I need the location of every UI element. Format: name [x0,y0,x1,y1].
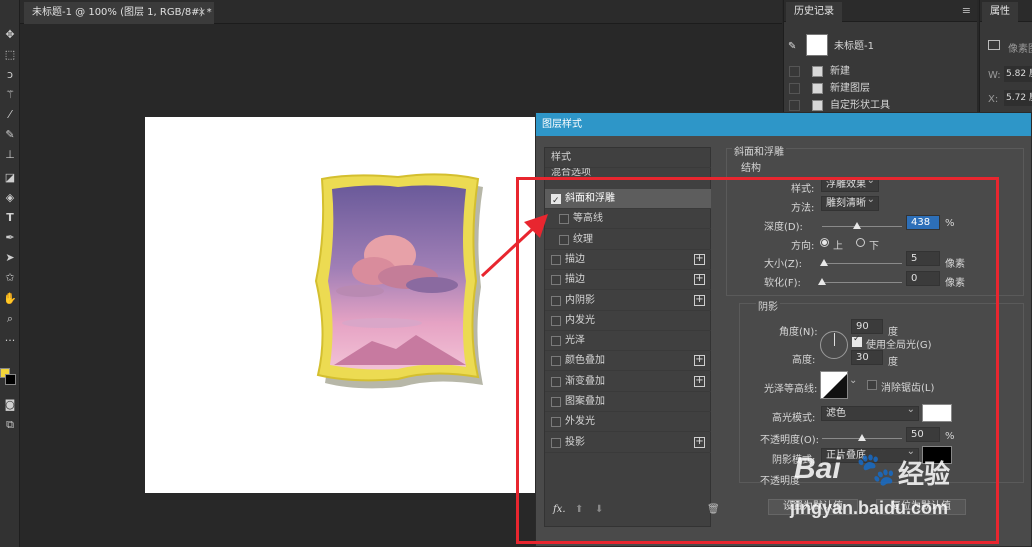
x-field[interactable]: 5.72 厘 [1004,90,1032,106]
baidu-jingyan-watermark: Bai 🐾 经验 jingyan.baidu.com [778,450,998,532]
quick-mask-icon[interactable]: ◙ [2,397,18,413]
more-icon[interactable]: ··· [2,333,18,349]
paw-logo-icon: 🐾 [856,450,896,488]
history-panel: 历史记录 ≡ ✎ 未标题-1 新建 新建图层 自定形状工具 [783,0,977,118]
width-field[interactable]: 5.82 厘 [1004,66,1032,82]
history-source-checkbox[interactable] [789,66,800,77]
eyedropper-icon[interactable]: ⁄ [2,107,18,123]
eraser-icon[interactable]: ◪ [2,170,18,186]
background-color-swatch[interactable] [5,374,16,385]
history-panel-header: 历史记录 ≡ [784,0,977,22]
x-label: X: [988,94,999,105]
snapshot-label: 未标题-1 [834,41,874,52]
snapshot-thumbnail [806,34,828,56]
properties-tab[interactable]: 属性 [982,2,1018,22]
history-step-icon [812,66,823,77]
history-step-icon [812,100,823,111]
watermark-brand-cn: 经验 [898,460,951,490]
history-item-label: 新建 [830,66,850,77]
pixel-layer-icon [988,40,1000,50]
paint-bucket-icon[interactable]: ◈ [2,190,18,206]
type-icon[interactable]: T [2,210,18,226]
history-item[interactable]: 新建 [784,63,976,80]
brush-icon[interactable]: ✎ [2,127,18,143]
pen-icon[interactable]: ✒ [2,230,18,246]
history-step-icon [812,83,823,94]
history-source-checkbox[interactable] [789,100,800,111]
hand-icon[interactable]: ✋ [2,291,18,307]
properties-subtitle: 像素图 [1008,44,1032,55]
brush-source-icon: ✎ [788,41,797,52]
document-tab-bar: 未标题-1 @ 100% (图层 1, RGB/8#) * × [20,0,782,24]
lasso-icon[interactable]: ↄ [2,67,18,83]
properties-panel: 属性 像素图 W: 5.82 厘 X: 5.72 厘 [979,0,1032,118]
styles-header[interactable]: 样式 [545,148,711,168]
panel-menu-icon[interactable]: ≡ [962,4,971,17]
watermark-url: jingyan.baidu.com [790,498,949,518]
history-item[interactable]: 新建图层 [784,80,976,97]
history-source-checkbox[interactable] [789,83,800,94]
document-tab-label: 未标题-1 @ 100% (图层 1, RGB/8#) * [32,7,212,18]
stamp-icon[interactable]: ⊥ [2,147,18,163]
history-item-label: 新建图层 [830,83,870,94]
close-tab-icon[interactable]: × [198,2,206,24]
history-tab[interactable]: 历史记录 [786,2,842,22]
magic-wand-icon[interactable]: ⚚ [2,87,18,103]
history-snapshot[interactable]: ✎ 未标题-1 [784,34,976,56]
screen-mode-icon[interactable]: ⧉ [2,417,18,433]
move-icon[interactable]: ✥ [2,27,18,43]
dialog-title[interactable]: 图层样式 [536,113,1031,136]
structure-title: 结构 [739,159,763,174]
watermark-brand: Bai [794,452,841,485]
marquee-icon[interactable]: ⬚ [2,47,18,63]
properties-panel-header: 属性 [980,0,1032,22]
width-label: W: [988,70,1001,81]
custom-shape-icon[interactable]: ✩ [2,270,18,286]
annotation-arrow-icon [480,214,548,278]
document-tab[interactable]: 未标题-1 @ 100% (图层 1, RGB/8#) * × [24,2,214,24]
tools-toolbar: ✥ ⬚ ↄ ⚚ ⁄ ✎ ⊥ ◪ ◈ T ✒ ➤ ✩ ✋ ⌕ ··· ◙ ⧉ [0,0,20,547]
frame-artwork-image [312,173,484,389]
zoom-icon[interactable]: ⌕ [2,311,18,327]
path-select-icon[interactable]: ➤ [2,250,18,266]
bevel-section-title: 斜面和浮雕 [732,143,786,158]
